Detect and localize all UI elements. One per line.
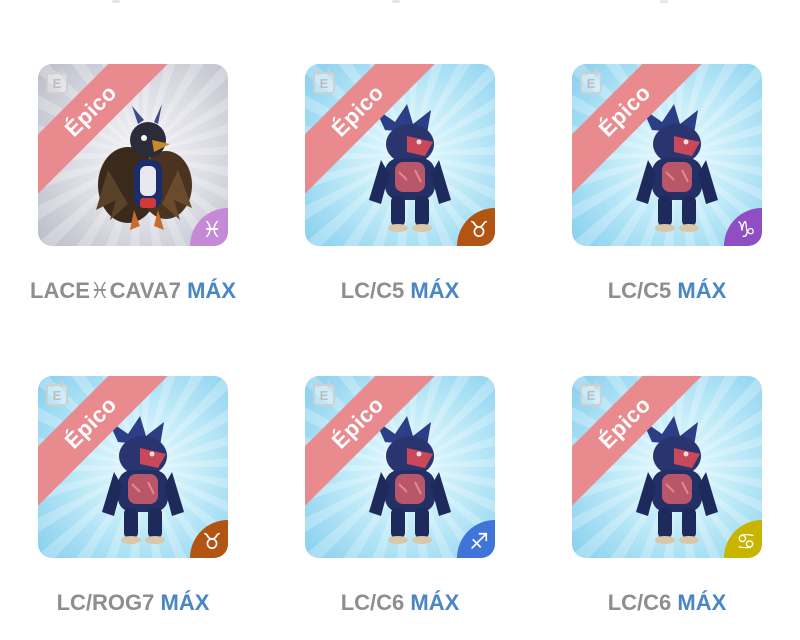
monster-code: LC/C6 <box>607 590 672 615</box>
taurus-icon: ♉ <box>202 529 222 554</box>
edition-icon-glyph: E <box>52 75 62 91</box>
monster-card[interactable]: Épico E ♉ LC/ROG7 MÁX <box>38 376 228 615</box>
edition-icon: E <box>46 381 68 406</box>
monster-code: LC/C5 <box>607 278 672 303</box>
edition-icon: E <box>580 381 602 406</box>
monster-thumbnail[interactable]: Épico E ♐ <box>305 376 495 558</box>
edition-icon: E <box>313 381 335 406</box>
monster-code: LC/ROG7 <box>56 590 155 615</box>
monster-caption: LC/C5 MÁX <box>275 278 525 304</box>
monster-code: LC/C6 <box>340 590 405 615</box>
max-level-label: MÁX <box>677 590 727 615</box>
max-level-label: MÁX <box>410 590 460 615</box>
pisces-icon: ♓ <box>202 217 222 242</box>
monster-caption: LC/C5 MÁX <box>542 278 792 304</box>
max-level-label: MÁX <box>410 278 460 303</box>
monster-caption: LACE♓CAVA7 MÁX <box>8 278 258 304</box>
monster-caption: LC/ROG7 MÁX <box>8 590 258 616</box>
edition-icon: E <box>580 69 602 94</box>
monster-thumbnail[interactable]: Épico E ♉ <box>38 376 228 558</box>
sagittarius-icon: ♐ <box>469 529 489 554</box>
monster-code: LACE♓CAVA7 <box>30 278 181 303</box>
max-level-label: MÁX <box>160 590 210 615</box>
monster-caption: LC/C6 MÁX <box>542 590 792 616</box>
monster-thumbnail[interactable]: Épico E ♋ <box>572 376 762 558</box>
max-level-label: MÁX <box>187 278 236 303</box>
monster-card[interactable]: Épico E ♑ LC/C5 MÁX <box>572 64 762 303</box>
monster-card[interactable]: Épico E ♓ LACE♓CAVA7 MÁX <box>30 64 236 303</box>
edition-icon-glyph: E <box>52 387 62 403</box>
monster-caption: LC/C6 MÁX <box>275 590 525 616</box>
max-level-label: MÁX <box>677 278 727 303</box>
monster-thumbnail[interactable]: Épico E ♓ <box>38 64 228 246</box>
capricorn-icon: ♑ <box>736 217 756 242</box>
edition-icon-glyph: E <box>319 387 329 403</box>
edition-icon-glyph: E <box>586 387 596 403</box>
taurus-icon: ♉ <box>469 217 489 242</box>
monster-card[interactable]: Épico E ♐ LC/C6 MÁX <box>305 376 495 615</box>
edition-icon: E <box>313 69 335 94</box>
cancer-icon: ♋ <box>736 529 756 554</box>
monster-thumbnail[interactable]: Épico E ♑ <box>572 64 762 246</box>
edition-icon-glyph: E <box>586 75 596 91</box>
monster-code: LC/C5 <box>340 278 405 303</box>
monster-card[interactable]: Épico E ♉ LC/C5 MÁX <box>305 64 495 303</box>
edition-icon-glyph: E <box>319 75 329 91</box>
edition-icon: E <box>46 69 68 94</box>
monster-grid: Épico E ♓ LACE♓CAVA7 MÁX Épico E ♉ LC/C5… <box>0 0 800 640</box>
monster-thumbnail[interactable]: Épico E ♉ <box>305 64 495 246</box>
monster-card[interactable]: Épico E ♋ LC/C6 MÁX <box>572 376 762 615</box>
